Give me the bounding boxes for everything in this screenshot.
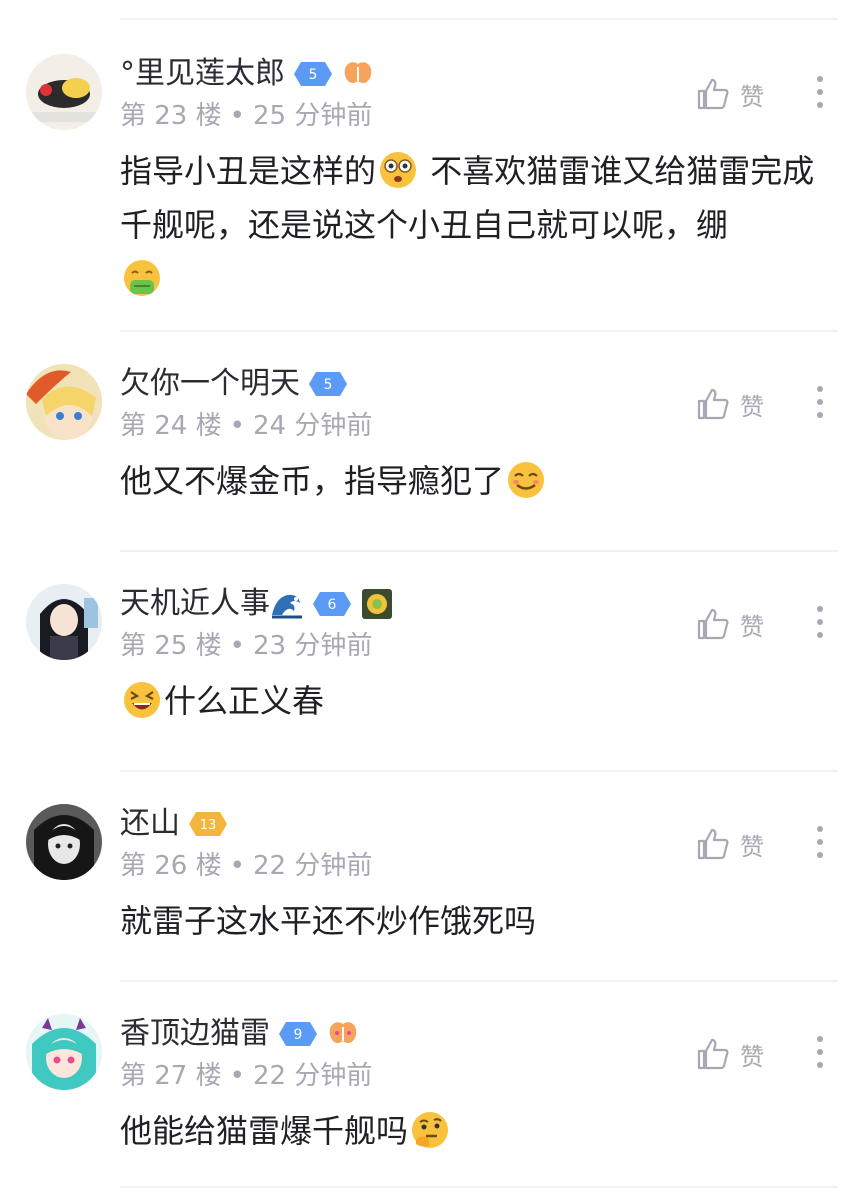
- thumbs-up-icon: [696, 387, 730, 421]
- svg-text:6: 6: [328, 597, 337, 613]
- like-label: 赞: [740, 832, 764, 861]
- comment-meta: 第 27 楼 • 22 分钟前: [120, 1061, 373, 1091]
- divider: [120, 980, 838, 982]
- avatar[interactable]: [26, 54, 102, 130]
- comment-text: 就雷子这水平还不炒作饿死吗: [120, 902, 537, 940]
- more-dots-icon: [817, 1036, 823, 1068]
- username[interactable]: 天机近人事: [120, 584, 270, 624]
- dizzy-face-emoji-icon: [378, 150, 418, 190]
- username[interactable]: 欠你一个明天: [120, 364, 300, 404]
- divider: [120, 770, 838, 772]
- floor-number: 第 25 楼: [120, 631, 222, 661]
- smirk-face-emoji-icon: [506, 460, 546, 500]
- like-button[interactable]: 赞: [696, 604, 764, 644]
- post-time: 24 分钟前: [252, 411, 373, 441]
- more-options-button[interactable]: [806, 382, 834, 422]
- level-badge: 5: [308, 369, 348, 399]
- divider: [120, 550, 838, 552]
- achievement-medal-icon: [360, 589, 394, 619]
- like-button[interactable]: 赞: [696, 384, 764, 424]
- post-time: 22 分钟前: [252, 1061, 373, 1091]
- comment-text: 他能给猫雷爆千舰吗: [120, 1104, 840, 1158]
- fan-medal-icon: [326, 1019, 360, 1049]
- divider: [120, 330, 838, 332]
- username[interactable]: 还山: [120, 804, 180, 844]
- avatar[interactable]: [26, 1014, 102, 1090]
- divider: [120, 1186, 838, 1188]
- thumbs-up-icon: [696, 827, 730, 861]
- wave-icon: [270, 589, 304, 619]
- like-label: 赞: [740, 1042, 764, 1071]
- svg-text:5: 5: [309, 67, 318, 83]
- thinking-face-emoji-icon: [410, 1110, 450, 1150]
- more-options-button[interactable]: [806, 1032, 834, 1072]
- floor-number: 第 27 楼: [120, 1061, 222, 1091]
- svg-text:9: 9: [294, 1027, 303, 1043]
- avatar[interactable]: [26, 584, 102, 660]
- comment-text: 什么正义春: [120, 674, 840, 728]
- like-label: 赞: [740, 612, 764, 641]
- like-label: 赞: [740, 82, 764, 111]
- thumbs-up-icon: [696, 607, 730, 641]
- level-badge: 5: [293, 59, 333, 89]
- svg-text:13: 13: [200, 818, 217, 833]
- avatar[interactable]: [26, 364, 102, 440]
- divider: [120, 18, 838, 20]
- floor-number: 第 26 楼: [120, 851, 222, 881]
- more-options-button[interactable]: [806, 602, 834, 642]
- post-time: 25 分钟前: [252, 101, 373, 131]
- floor-number: 第 24 楼: [120, 411, 222, 441]
- comment-meta: 第 25 楼 • 23 分钟前: [120, 631, 373, 661]
- more-dots-icon: [817, 826, 823, 858]
- grinning-squint-emoji-icon: [122, 680, 162, 720]
- post-time: 22 分钟前: [252, 851, 373, 881]
- comment-text: 他又不爆金币，指导瘾犯了: [120, 454, 840, 508]
- more-options-button[interactable]: [806, 72, 834, 112]
- thumbs-up-icon: [696, 1037, 730, 1071]
- more-dots-icon: [817, 606, 823, 638]
- like-button[interactable]: 赞: [696, 1034, 764, 1074]
- post-time: 23 分钟前: [252, 631, 373, 661]
- like-button[interactable]: 赞: [696, 824, 764, 864]
- comment-meta: 第 23 楼 • 25 分钟前: [120, 101, 373, 131]
- nauseated-face-emoji-icon: [122, 258, 162, 298]
- comment-meta: 第 24 楼 • 24 分钟前: [120, 411, 373, 441]
- floor-number: 第 23 楼: [120, 101, 222, 131]
- comment-text: 指导小丑是这样的 不喜欢猫雷谁又给猫雷完成千舰呢，还是说这个小丑自己就可以呢，绷: [120, 144, 840, 306]
- comment-list: °里见莲太郎 5 第 23 楼 • 25 分钟前 赞 指导小丑是这样的 不喜欢猫雷谁…: [0, 0, 866, 1200]
- svg-text:5: 5: [324, 377, 333, 393]
- more-dots-icon: [817, 386, 823, 418]
- more-options-button[interactable]: [806, 822, 834, 862]
- level-badge: 6: [312, 589, 352, 619]
- comment-meta: 第 26 楼 • 22 分钟前: [120, 851, 373, 881]
- level-badge: 9: [278, 1019, 318, 1049]
- username[interactable]: °里见莲太郎: [120, 54, 285, 94]
- avatar[interactable]: [26, 804, 102, 880]
- more-dots-icon: [817, 76, 823, 108]
- fan-medal-icon: [341, 59, 375, 89]
- like-button[interactable]: 赞: [696, 74, 764, 114]
- thumbs-up-icon: [696, 77, 730, 111]
- username[interactable]: 香顶边猫雷: [120, 1014, 270, 1054]
- like-label: 赞: [740, 392, 764, 421]
- level-badge: 13: [188, 809, 228, 839]
